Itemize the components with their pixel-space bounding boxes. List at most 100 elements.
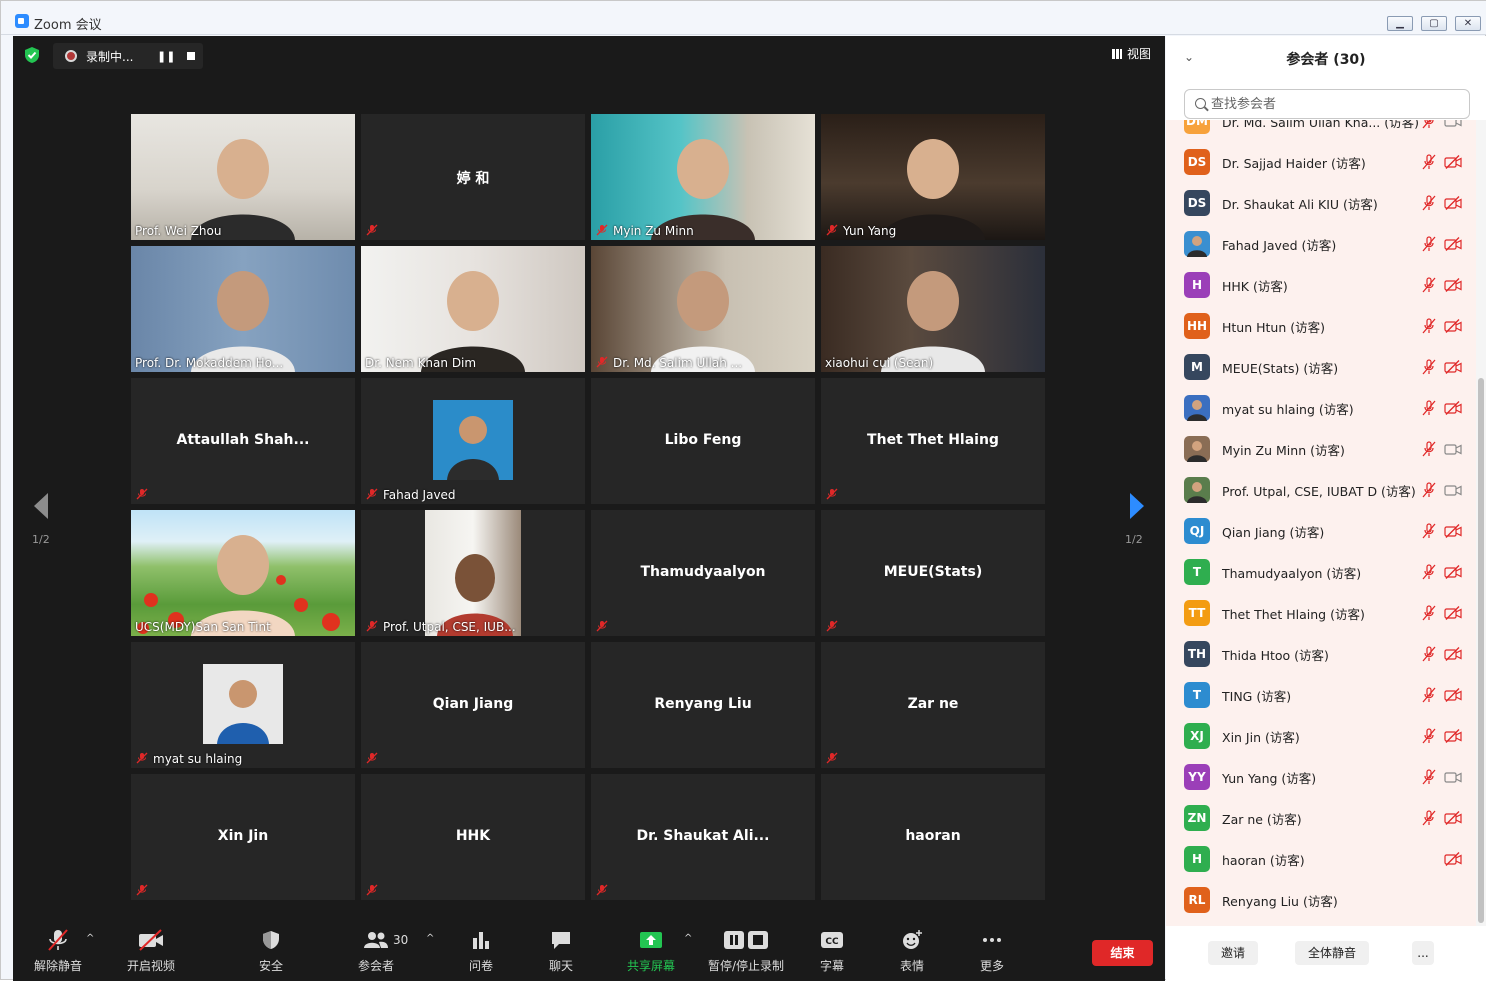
view-button[interactable]: 视图 (1111, 45, 1151, 62)
participant-list-item[interactable]: RL Renyang Liu (访客) (1166, 879, 1476, 920)
video-tile[interactable]: HHK (361, 774, 585, 900)
video-tile[interactable]: haoran (821, 774, 1045, 900)
participant-list-item[interactable]: M MEUE(Stats) (访客) (1166, 346, 1476, 387)
participant-list-item[interactable]: TH Thida Htoo (访客) (1166, 633, 1476, 674)
participant-list-item[interactable]: T TING (访客) (1166, 674, 1476, 715)
participants-panel-header: ⌄ 参会者 (30) (1166, 36, 1486, 80)
video-tile[interactable]: Yun Yang (821, 114, 1045, 240)
video-tile[interactable]: Qian Jiang (361, 642, 585, 768)
polls-button[interactable]: 问卷 (446, 929, 516, 974)
video-tile[interactable]: Prof. Dr. Mokaddem Ho... (131, 246, 355, 372)
share-options-chevron-icon[interactable]: ^ (684, 933, 692, 944)
participant-list-item[interactable]: H HHK (访客) (1166, 264, 1476, 305)
participant-list-item[interactable]: Myin Zu Minn (访客) (1166, 428, 1476, 469)
participant-list-scrollbar[interactable] (1476, 120, 1486, 926)
participant-list-item[interactable]: DM Dr. Md. Salim Ullah Kha... (访客) (1166, 120, 1476, 141)
polls-label: 问卷 (468, 959, 493, 973)
video-tile[interactable]: Myin Zu Minn (591, 114, 815, 240)
participant-search-input[interactable] (1211, 95, 1461, 113)
share-screen-label: 共享屏幕 (626, 959, 675, 973)
participant-profile-picture (433, 400, 513, 480)
video-tile[interactable]: Renyang Liu (591, 642, 815, 768)
participant-list-item[interactable]: Hhaoran (访客) (1166, 838, 1476, 879)
scrollbar-thumb[interactable] (1478, 378, 1484, 923)
participant-list-name: Renyang Liu (访客) (1222, 894, 1338, 909)
maximize-button[interactable]: ▢ (1421, 16, 1447, 31)
video-tile[interactable]: Thet Thet Hlaing (821, 378, 1045, 504)
end-meeting-button[interactable]: 结束 (1092, 940, 1153, 966)
audio-options-chevron-icon[interactable]: ^ (86, 933, 94, 944)
video-off-icon (1444, 401, 1462, 415)
video-off-icon (1444, 565, 1462, 579)
panel-more-button[interactable]: ... (1412, 941, 1434, 965)
participant-list-item[interactable]: DS Dr. Shaukat Ali KIU (访客) (1166, 182, 1476, 223)
pause-stop-recording-button[interactable]: 暂停/停止录制 (703, 929, 789, 974)
captions-button[interactable]: CC 字幕 (797, 929, 867, 974)
zoom-window: Zoom 会议 ▁ ▢ ✕ 录制中... ❚❚ 视图 Prof. Wei Zho… (0, 0, 1486, 981)
video-tile[interactable]: UCS(MDY)San San Tint (131, 510, 355, 636)
mute-all-button[interactable]: 全体静音 (1295, 941, 1369, 965)
participant-list-name: Xin Jin (访客) (1222, 730, 1300, 745)
close-button[interactable]: ✕ (1455, 16, 1481, 31)
video-tile[interactable]: Fahad Javed (361, 378, 585, 504)
video-tile[interactable]: Attaullah Shah... (131, 378, 355, 504)
stop-recording-icon[interactable] (187, 52, 195, 60)
participant-list-item[interactable]: Fahad Javed (访客) (1166, 223, 1476, 264)
invite-button[interactable]: 邀请 (1208, 941, 1258, 965)
video-tile[interactable]: Dr. Shaukat Ali... (591, 774, 815, 900)
chat-button[interactable]: 聊天 (526, 929, 596, 974)
encryption-shield-icon[interactable] (23, 46, 41, 64)
video-tile[interactable]: myat su hlaing (131, 642, 355, 768)
participant-list-name: Myin Zu Minn (访客) (1222, 443, 1345, 458)
reactions-button[interactable]: 表情 (877, 929, 947, 974)
participant-list-item[interactable]: HH Htun Htun (访客) (1166, 305, 1476, 346)
participant-list-item[interactable]: myat su hlaing (访客) (1166, 387, 1476, 428)
participant-list-item[interactable]: DS Dr. Sajjad Haider (访客) (1166, 141, 1476, 182)
participant-list-item[interactable]: Prof. Utpal, CSE, IUBAT D (访客) (1166, 469, 1476, 510)
share-screen-button[interactable]: 共享屏幕 (616, 929, 686, 974)
more-dots-icon (983, 938, 1001, 942)
participant-video-feed (361, 246, 585, 372)
previous-page-arrow-icon[interactable] (31, 491, 51, 521)
unmute-button[interactable]: 解除静音 (23, 929, 93, 974)
mic-muted-icon (826, 752, 838, 764)
participant-list-name: Prof. Utpal, CSE, IUBAT D (访客) (1222, 484, 1416, 499)
participant-name: Myin Zu Minn (613, 224, 694, 238)
participant-avatar: H (1184, 846, 1210, 872)
more-button[interactable]: 更多 (957, 929, 1027, 974)
mic-muted-icon (1422, 277, 1436, 293)
video-tile[interactable]: Zar ne (821, 642, 1045, 768)
participant-list-name: Qian Jiang (访客) (1222, 525, 1325, 540)
video-off-icon (1444, 155, 1462, 169)
participant-video-feed (591, 114, 815, 240)
participants-options-chevron-icon[interactable]: ^ (426, 933, 434, 944)
video-tile[interactable]: Prof. Utpal, CSE, IUB... (361, 510, 585, 636)
participant-search-box[interactable] (1184, 89, 1470, 119)
video-tile[interactable]: Thamudyaalyon (591, 510, 815, 636)
video-tile[interactable]: Dr. Md. Salim Ullah ... (591, 246, 815, 372)
participant-name: Prof. Wei Zhou (135, 224, 222, 238)
participant-list-item[interactable]: TT Thet Thet Hlaing (访客) (1166, 592, 1476, 633)
video-tile[interactable]: 婷 和 (361, 114, 585, 240)
participants-icon (364, 932, 388, 948)
start-video-button[interactable]: 开启视频 (116, 929, 186, 974)
participant-list: DM Dr. Md. Salim Ullah Kha... (访客) DS Dr. S… (1166, 120, 1476, 926)
participant-video-feed (591, 246, 815, 372)
video-tile[interactable]: Dr. Nem Khan Dim (361, 246, 585, 372)
participant-list-item[interactable]: XJ Xin Jin (访客) (1166, 715, 1476, 756)
security-button[interactable]: 安全 (236, 929, 306, 974)
video-tile[interactable]: xiaohui cui (Sean) (821, 246, 1045, 372)
video-tile[interactable]: MEUE(Stats) (821, 510, 1045, 636)
minimize-button[interactable]: ▁ (1387, 16, 1413, 31)
video-off-icon (1444, 237, 1462, 251)
participant-list-item[interactable]: YY Yun Yang (访客) (1166, 756, 1476, 797)
video-tile[interactable]: Prof. Wei Zhou (131, 114, 355, 240)
video-tile[interactable]: Xin Jin (131, 774, 355, 900)
participant-list-item[interactable]: ZN Zar ne (访客) (1166, 797, 1476, 838)
participant-list-item[interactable]: QJ Qian Jiang (访客) (1166, 510, 1476, 551)
participant-list-item[interactable]: T Thamudyaalyon (访客) (1166, 551, 1476, 592)
video-tile[interactable]: Libo Feng (591, 378, 815, 504)
pause-recording-icon[interactable]: ❚❚ (157, 50, 175, 63)
next-page-arrow-icon[interactable] (1127, 491, 1147, 521)
video-off-icon (1444, 524, 1462, 538)
